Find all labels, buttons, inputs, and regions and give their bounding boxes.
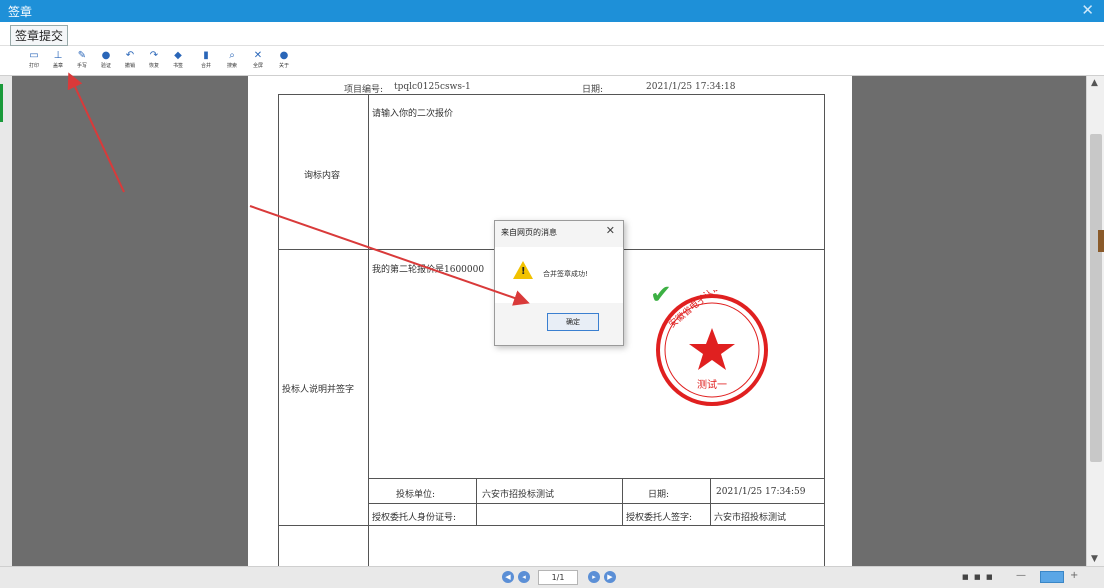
window-title: 签章 [8, 5, 33, 19]
project-number-value: tpqlc0125csws-1 [394, 82, 471, 92]
dialog-ok-button[interactable]: 确定 [547, 313, 599, 331]
toolbar-redo-button[interactable]: ↷ 恢复 [144, 50, 164, 74]
scrollbar-thumb[interactable] [1090, 134, 1102, 462]
toolbar-search-button[interactable]: ⌕ 搜索 [222, 50, 242, 74]
agent-signature-value: 六安市招投标测试 [714, 513, 787, 523]
scroll-down-icon[interactable]: ▼ [1091, 554, 1098, 564]
inquiry-content-text: 请输入你的二次报价 [372, 109, 454, 119]
table-inner-vline-1 [476, 478, 477, 525]
left-edge [0, 76, 12, 566]
viewer-left-margin [12, 76, 248, 566]
fullscreen-icon: ✕ [253, 50, 263, 61]
zoom-level-select[interactable] [1040, 571, 1064, 583]
toolbar-label: 全屏 [252, 63, 263, 69]
app-window: 签章 ✕ 签章提交 ▭ 打印 ⊥ 盖章 ✎ 手写 ● 验证 ↶ 撤销 ↷ 恢复 [0, 0, 1104, 588]
undo-icon: ↶ [125, 50, 135, 61]
toolbar-merge-button[interactable]: ▮ 合并 [196, 50, 216, 74]
toolbar-label: 关于 [278, 63, 289, 69]
toolbar-label: 盖章 [52, 63, 63, 69]
vertical-scrollbar[interactable]: ▲ ▼ [1086, 76, 1104, 566]
agent-id-label: 授权委托人身份证号: [372, 513, 457, 523]
zoom-in-icon[interactable]: + [1070, 570, 1078, 581]
viewer-right-margin [852, 76, 1086, 566]
redo-icon: ↷ [149, 50, 159, 61]
table-border-top [278, 94, 824, 95]
about-icon: ● [279, 50, 289, 61]
table-border-left [278, 94, 279, 566]
menu-item-submit-signature[interactable]: 签章提交 [10, 25, 69, 46]
status-bar: ◀ ◂ 1/1 ▸ ▶ ■ ■ ■ — + [0, 566, 1104, 588]
toolbar-about-button[interactable]: ● 关于 [274, 50, 294, 74]
stamp-icon: ⊥ [53, 50, 63, 61]
message-dialog: 来自网页的消息 ✕ ! 合并签章成功! 确定 [494, 220, 624, 346]
table-inner-bottom [278, 525, 824, 526]
table-divider-label-column [368, 94, 369, 566]
bidder-statement-label: 投标人说明并签字 [282, 385, 355, 395]
bid-unit-value: 六安市招投标测试 [482, 490, 555, 500]
toolbar-label: 打印 [28, 63, 39, 69]
sign-date-label: 日期: [648, 490, 670, 500]
toolbar-bookmark-button[interactable]: ◆ 书签 [168, 50, 188, 74]
toolbar-label: 验证 [100, 63, 111, 69]
header-date-value: 2021/1/25 17:34:18 [646, 82, 736, 92]
table-inner-top [368, 478, 824, 479]
toolbar-fullscreen-button[interactable]: ✕ 全屏 [248, 50, 268, 74]
close-icon[interactable]: ✕ [1081, 1, 1094, 19]
page-indicator[interactable]: 1/1 [538, 570, 578, 585]
dialog-body: ! 合并签章成功! [495, 247, 623, 303]
table-border-right [824, 94, 825, 566]
search-icon: ⌕ [229, 50, 235, 61]
scroll-grip[interactable] [1098, 230, 1104, 252]
table-inner-vline-2 [622, 478, 623, 525]
printer-icon: ▭ [29, 50, 39, 61]
continuous-page-icon[interactable]: ■ [974, 573, 981, 581]
merge-icon: ▮ [203, 50, 209, 61]
seal-star [689, 328, 735, 370]
dialog-message: 合并签章成功! [543, 270, 588, 278]
sign-date-value: 2021/1/25 17:34:59 [716, 487, 806, 497]
toolbar-label: 恢复 [148, 63, 159, 69]
toolbar-handwrite-button[interactable]: ✎ 手写 [72, 50, 92, 74]
menu-bar: 签章提交 [0, 22, 1104, 46]
single-page-icon[interactable]: ■ [962, 573, 969, 581]
previous-page-icon[interactable]: ◂ [518, 571, 530, 583]
seal-center-text: 测试一 [697, 378, 727, 391]
toolbar-verify-button[interactable]: ● 验证 [96, 50, 116, 74]
table-inner-vline-3 [710, 478, 711, 525]
bid-unit-label: 投标单位: [396, 490, 436, 500]
toolbar-printer-button[interactable]: ▭ 打印 [24, 50, 44, 74]
toolbar-label: 合并 [200, 63, 211, 69]
scroll-up-icon[interactable]: ▲ [1091, 78, 1098, 88]
toolbar-label: 手写 [76, 63, 87, 69]
zoom-out-icon[interactable]: — [1016, 570, 1026, 581]
table-inner-mid [368, 503, 824, 504]
toolbar-label: 书签 [172, 63, 183, 69]
verify-icon: ● [101, 50, 111, 61]
inquiry-content-label: 询标内容 [304, 171, 341, 181]
warning-exclamation: ! [521, 266, 526, 277]
toolbar-undo-button[interactable]: ↶ 撤销 [120, 50, 140, 74]
dialog-title: 来自网页的消息 [501, 228, 557, 237]
agent-signature-label: 授权委托人签字: [626, 513, 693, 523]
toolbar-label: 搜索 [226, 63, 237, 69]
last-page-icon[interactable]: ▶ [604, 571, 616, 583]
toolbar-stamp-button[interactable]: ⊥ 盖章 [48, 50, 68, 74]
toolbar: ▭ 打印 ⊥ 盖章 ✎ 手写 ● 验证 ↶ 撤销 ↷ 恢复 ◆ 书签 ▮ 合并 [0, 46, 1104, 76]
first-page-icon[interactable]: ◀ [502, 571, 514, 583]
dialog-close-icon[interactable]: ✕ [606, 224, 615, 237]
handwrite-icon: ✎ [77, 50, 87, 61]
bidder-statement-text: 我的第二轮报价是1600000 [372, 265, 485, 275]
verified-check-icon: ✔ [650, 280, 672, 310]
bookmark-icon: ◆ [174, 50, 182, 61]
two-page-icon[interactable]: ■ [986, 573, 993, 581]
title-bar: 签章 ✕ [0, 0, 1104, 22]
next-page-icon[interactable]: ▸ [588, 571, 600, 583]
toolbar-label: 撤销 [124, 63, 135, 69]
left-edge-marker [0, 84, 3, 122]
